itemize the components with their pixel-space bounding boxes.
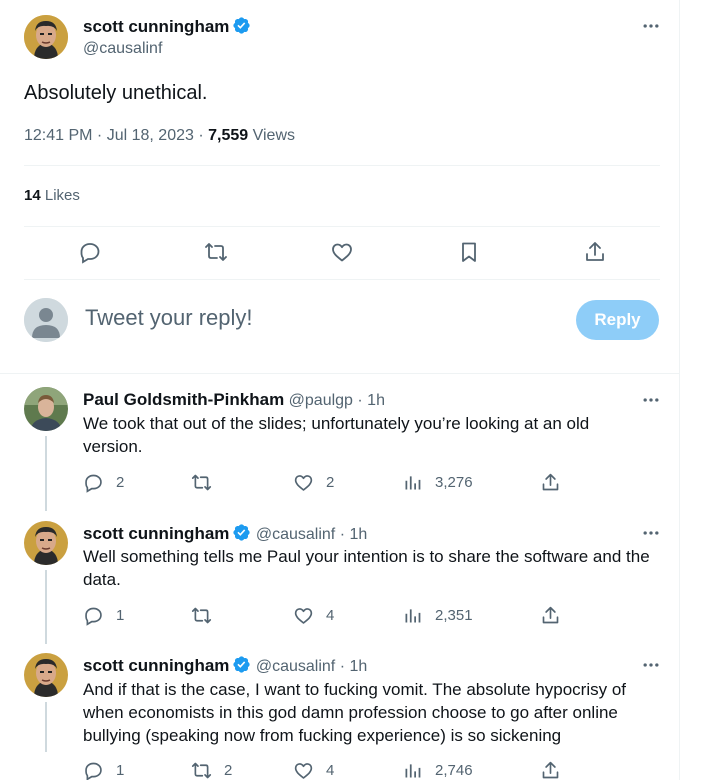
share-action[interactable] [540, 472, 561, 493]
author-name[interactable]: scott cunningham [83, 16, 251, 37]
views-action[interactable]: 3,276 [402, 472, 473, 493]
like-icon [293, 472, 314, 493]
retweet-icon [191, 605, 212, 626]
views-count: 7,559 [208, 127, 249, 144]
more-options-icon[interactable] [641, 16, 661, 36]
tweet-meta: 12:41 PM · Jul 18, 2023 · 7,559 Views [24, 127, 295, 145]
like-icon [293, 760, 314, 780]
reply-icon [83, 605, 104, 626]
reply-action[interactable]: 2 [83, 472, 124, 493]
reply-header: scott cunningham @causalinf · 1h [83, 523, 367, 544]
author-avatar[interactable] [24, 15, 68, 59]
reply-action[interactable]: 1 [83, 760, 124, 780]
view-count: 3,276 [435, 474, 473, 491]
views-icon [402, 472, 423, 493]
retweet-action[interactable] [191, 472, 224, 493]
tweet-timestamp[interactable]: 12:41 PM · Jul 18, 2023 · [24, 127, 208, 144]
retweet-action[interactable]: 2 [191, 760, 232, 780]
reply-author-handle[interactable]: @causalinf [256, 658, 335, 675]
user-avatar-placeholder [24, 298, 68, 342]
reply-header: scott cunningham @causalinf · 1h [83, 655, 367, 676]
share-icon [540, 760, 561, 780]
reply-icon[interactable] [78, 240, 102, 264]
like-action[interactable]: 4 [293, 605, 334, 626]
reply-time[interactable]: · 1h [353, 392, 385, 409]
reply-avatar[interactable] [24, 387, 68, 431]
like-count: 4 [326, 762, 335, 779]
more-options-icon[interactable] [641, 655, 661, 675]
reply-text: Well something tells me Paul your intent… [83, 547, 650, 589]
reply-avatar[interactable] [24, 653, 68, 697]
like-action[interactable]: 4 [293, 760, 334, 780]
bookmark-icon[interactable] [457, 240, 481, 264]
like-icon[interactable] [330, 240, 354, 264]
view-count: 2,351 [435, 607, 473, 624]
reply-icon [83, 760, 104, 780]
views-icon [402, 605, 423, 626]
thread-line [45, 702, 47, 752]
divider [24, 226, 660, 227]
author-handle[interactable]: @causalinf [83, 40, 162, 58]
retweet-count: 2 [224, 762, 233, 779]
share-icon [540, 605, 561, 626]
thread-line [45, 570, 47, 644]
author-name-text[interactable]: scott cunningham [83, 17, 229, 36]
share-action[interactable] [540, 605, 561, 626]
reply-icon [83, 472, 104, 493]
reply-input[interactable]: Tweet your reply! [85, 305, 253, 331]
retweet-icon [191, 472, 212, 493]
reply-avatar[interactable] [24, 521, 68, 565]
reply-count: 2 [116, 474, 125, 491]
divider [24, 165, 660, 166]
like-count: 4 [326, 607, 335, 624]
divider [24, 279, 660, 280]
views-label: Views [248, 127, 295, 144]
divider [0, 373, 680, 374]
like-action[interactable]: 2 [293, 472, 334, 493]
likes-stat[interactable]: 14 Likes [24, 187, 80, 204]
view-count: 2,746 [435, 762, 473, 779]
tweet-text: Absolutely unethical. [24, 82, 208, 104]
views-action[interactable]: 2,351 [402, 605, 473, 626]
views-action[interactable]: 2,746 [402, 760, 473, 780]
reply-count: 1 [116, 762, 125, 779]
reply-text: And if that is the case, I want to fucki… [83, 680, 627, 745]
reply-author-name[interactable]: Paul Goldsmith-Pinkham [83, 390, 284, 409]
verified-badge-icon [232, 16, 251, 35]
share-icon [540, 472, 561, 493]
likes-count: 14 [24, 187, 41, 204]
reply-text: We took that out of the slides; unfortun… [83, 414, 590, 456]
tweet-detail-page: scott cunningham @causalinf Absolutely u… [0, 0, 680, 780]
more-options-icon[interactable] [641, 523, 661, 543]
like-count: 2 [326, 474, 335, 491]
reply-author-name[interactable]: scott cunningham [83, 524, 229, 543]
reply-count: 1 [116, 607, 125, 624]
retweet-icon [191, 760, 212, 780]
more-options-icon[interactable] [641, 390, 661, 410]
share-icon[interactable] [583, 240, 607, 264]
thread-line [45, 436, 47, 511]
likes-label: Likes [40, 187, 80, 204]
views-icon [402, 760, 423, 780]
reply-author-handle[interactable]: @paulgp [289, 392, 353, 409]
like-icon [293, 605, 314, 626]
reply-header: Paul Goldsmith-Pinkham @paulgp · 1h [83, 390, 385, 410]
reply-time[interactable]: · 1h [335, 526, 368, 543]
share-action[interactable] [540, 760, 561, 780]
reply-action[interactable]: 1 [83, 605, 124, 626]
reply-button[interactable]: Reply [576, 300, 659, 340]
verified-badge-icon [232, 523, 251, 542]
retweet-action[interactable] [191, 605, 224, 626]
retweet-icon[interactable] [204, 240, 228, 264]
reply-author-name[interactable]: scott cunningham [83, 656, 229, 675]
verified-badge-icon [232, 655, 251, 674]
reply-time[interactable]: · 1h [335, 658, 368, 675]
reply-author-handle[interactable]: @causalinf [256, 526, 335, 543]
